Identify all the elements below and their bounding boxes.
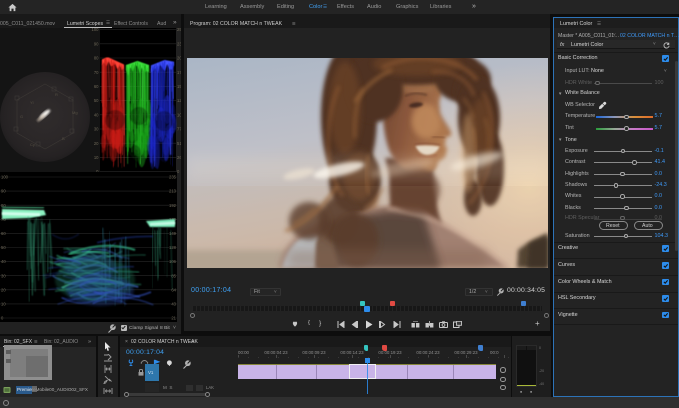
- svg-text:Yl: Yl: [30, 100, 34, 105]
- svg-text:60: 60: [1, 231, 6, 236]
- svg-text:Mg: Mg: [72, 110, 78, 115]
- svg-text:70: 70: [94, 70, 99, 75]
- svg-text:100: 100: [92, 27, 100, 32]
- svg-text:20: 20: [94, 141, 99, 146]
- svg-text:255: 255: [177, 27, 181, 32]
- svg-text:128: 128: [169, 245, 177, 250]
- svg-text:30: 30: [1, 273, 6, 278]
- svg-text:100: 100: [1, 175, 9, 180]
- svg-text:178: 178: [177, 70, 181, 75]
- svg-text:40: 40: [1, 259, 6, 264]
- svg-text:90: 90: [94, 41, 99, 46]
- svg-text:51: 51: [177, 141, 181, 146]
- svg-text:149: 149: [169, 231, 177, 236]
- svg-text:Cy: Cy: [30, 142, 35, 147]
- svg-text:235: 235: [169, 175, 177, 180]
- svg-text:50: 50: [1, 245, 6, 250]
- svg-text:40: 40: [94, 112, 99, 117]
- svg-text:30: 30: [94, 127, 99, 132]
- svg-text:60: 60: [94, 84, 99, 89]
- svg-text:153: 153: [177, 84, 181, 89]
- svg-text:26: 26: [177, 155, 181, 160]
- svg-text:B: B: [62, 136, 65, 141]
- svg-text:90: 90: [1, 189, 6, 194]
- svg-text:102: 102: [177, 112, 181, 117]
- svg-text:20: 20: [1, 287, 6, 292]
- svg-text:R: R: [55, 92, 58, 97]
- svg-text:50: 50: [94, 98, 99, 103]
- svg-text:192: 192: [169, 203, 177, 208]
- svg-text:213: 213: [169, 189, 177, 194]
- svg-text:43: 43: [171, 302, 176, 307]
- svg-text:80: 80: [94, 56, 99, 61]
- svg-text:204: 204: [177, 56, 181, 61]
- svg-text:230: 230: [177, 41, 181, 46]
- svg-text:10: 10: [94, 155, 99, 160]
- svg-text:21: 21: [171, 316, 176, 321]
- svg-text:128: 128: [177, 98, 181, 103]
- svg-text:77: 77: [177, 127, 181, 132]
- svg-text:G: G: [20, 114, 23, 119]
- svg-text:10: 10: [1, 302, 6, 307]
- svg-text:106: 106: [169, 259, 177, 264]
